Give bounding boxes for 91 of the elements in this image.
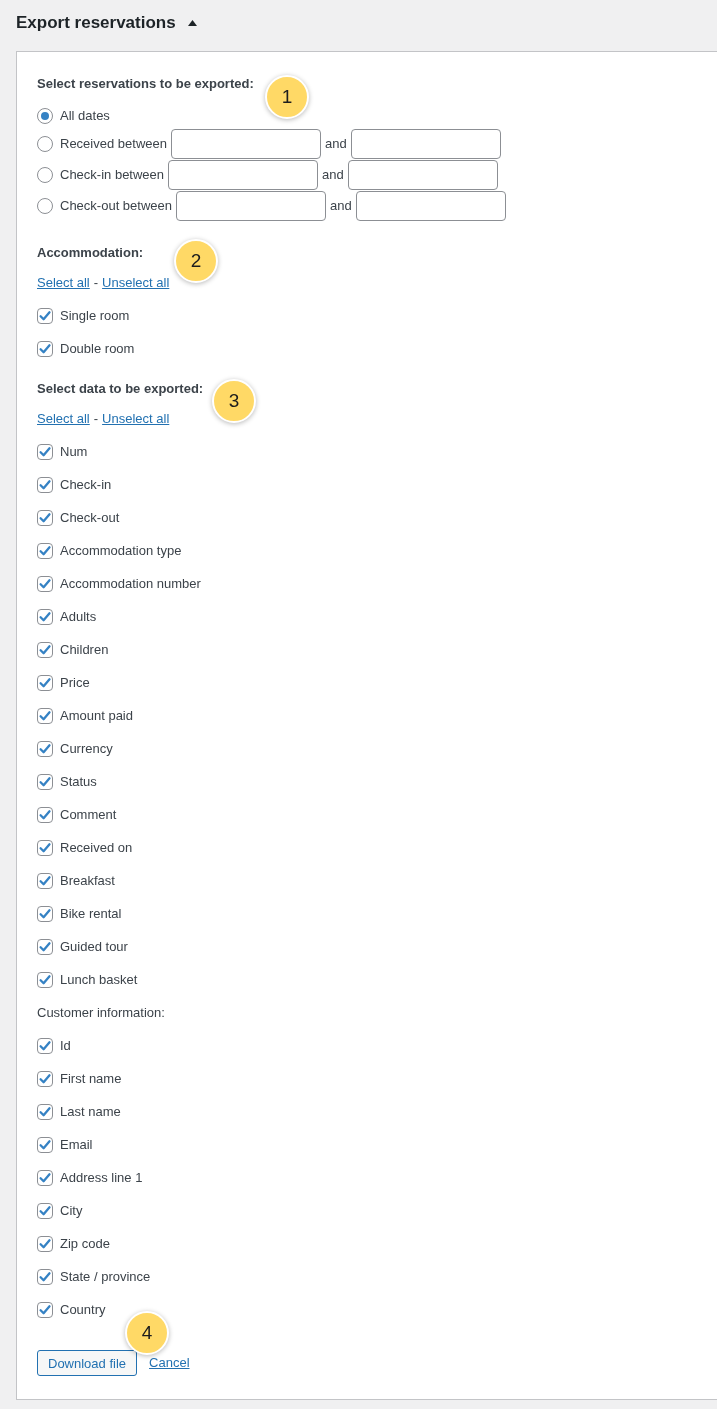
checkbox[interactable] (37, 674, 53, 691)
checkbox-label: City (60, 1201, 83, 1220)
radio-button[interactable] (37, 108, 53, 124)
separator-text: - (93, 409, 99, 428)
checkbox-label: Check-in (60, 475, 112, 494)
checkbox[interactable] (37, 707, 53, 724)
checkbox[interactable] (37, 608, 53, 625)
radio-label: Received between (60, 135, 167, 153)
checkbox[interactable] (37, 575, 53, 592)
checkbox[interactable] (37, 806, 53, 823)
checkbox-label: Accommodation number (60, 574, 201, 593)
unselect-all-link[interactable]: Unselect all (102, 409, 170, 428)
cancel-link[interactable]: Cancel (149, 1354, 190, 1372)
checkbox-label: Amount paid (60, 706, 133, 725)
checkbox[interactable] (37, 1268, 53, 1285)
checkbox[interactable] (37, 1136, 53, 1153)
number-badge: 1 (265, 75, 309, 119)
radio-button[interactable] (37, 167, 53, 183)
checkbox[interactable] (37, 773, 53, 790)
checkbox-label: Bike rental (60, 904, 122, 923)
checkbox-label: Currency (60, 739, 113, 758)
radio-button[interactable] (37, 198, 53, 214)
checkbox-label: Zip code (60, 1234, 110, 1253)
checkbox[interactable] (37, 1301, 53, 1318)
checkbox-label: First name (60, 1069, 122, 1088)
radio-label: Check-in between (60, 166, 165, 184)
checkbox[interactable] (37, 509, 53, 526)
checkbox-label: Single room (60, 306, 130, 325)
checkbox-label: Id (60, 1036, 71, 1055)
checkbox[interactable] (37, 1202, 53, 1219)
select-all-link[interactable]: Select all (37, 273, 90, 292)
checkbox-label: Double room (60, 339, 135, 358)
date-field[interactable] (170, 129, 321, 159)
radio-label: Check-out between (60, 197, 172, 215)
date-field[interactable] (176, 191, 326, 221)
section-heading: Select reservations to be exported: (37, 75, 254, 93)
checkbox-label: Guided tour (60, 937, 128, 956)
checkbox[interactable] (37, 839, 53, 856)
number-badge: 2 (174, 239, 218, 283)
checkbox[interactable] (37, 905, 53, 922)
checkbox-label: Received on (60, 838, 133, 857)
checkbox[interactable] (37, 340, 53, 357)
checkbox[interactable] (37, 443, 53, 460)
panel-title: Export reservations (16, 12, 176, 34)
checkbox[interactable] (37, 1037, 53, 1054)
checkbox[interactable] (37, 1169, 53, 1186)
date-field[interactable] (355, 191, 506, 221)
select-all-link[interactable]: Select all (37, 409, 90, 428)
date-field[interactable] (347, 160, 498, 190)
radio-button[interactable] (37, 136, 53, 152)
checkbox[interactable] (37, 872, 53, 889)
number-badge: 3 (212, 379, 256, 423)
section-heading: Accommodation: (37, 244, 144, 262)
caret-up-icon[interactable] (187, 20, 197, 26)
checkbox[interactable] (37, 971, 53, 988)
checkbox-label: Status (60, 772, 97, 791)
checkbox-label: Num (60, 442, 88, 461)
subsection-label: Customer information: (37, 1003, 165, 1022)
and-text: and (324, 135, 347, 153)
checkbox-label: Check-out (60, 508, 120, 527)
checkbox[interactable] (37, 1070, 53, 1087)
checkbox[interactable] (37, 542, 53, 559)
checkbox-label: Lunch basket (60, 970, 138, 989)
date-field[interactable] (350, 129, 501, 159)
section-heading: Select data to be exported: (37, 380, 204, 398)
checkbox-label: Accommodation type (60, 541, 182, 560)
checkbox-label: Email (60, 1135, 93, 1154)
checkbox-label: Country (60, 1300, 106, 1319)
checkbox[interactable] (37, 938, 53, 955)
radio-label: All dates (60, 107, 110, 125)
download-button[interactable]: Download file (37, 1350, 138, 1376)
date-field[interactable] (168, 160, 319, 190)
checkbox[interactable] (37, 476, 53, 493)
checkbox-label: Children (60, 640, 109, 659)
checkbox[interactable] (37, 740, 53, 757)
checkbox-label: State / province (60, 1267, 151, 1286)
checkbox-label: Adults (60, 607, 97, 626)
checkbox[interactable] (37, 307, 53, 324)
separator-text: - (93, 273, 99, 292)
checkbox[interactable] (37, 641, 53, 658)
checkbox[interactable] (37, 1103, 53, 1120)
checkbox-label: Last name (60, 1102, 121, 1121)
checkbox-label: Breakfast (60, 871, 115, 890)
checkbox-label: Comment (60, 805, 117, 824)
number-badge: 4 (125, 1311, 169, 1355)
checkbox-label: Address line 1 (60, 1168, 143, 1187)
checkbox[interactable] (37, 1235, 53, 1252)
and-text: and (322, 166, 344, 184)
checkbox-label: Price (60, 673, 90, 692)
and-text: and (330, 197, 352, 215)
unselect-all-link[interactable]: Unselect all (102, 273, 170, 292)
